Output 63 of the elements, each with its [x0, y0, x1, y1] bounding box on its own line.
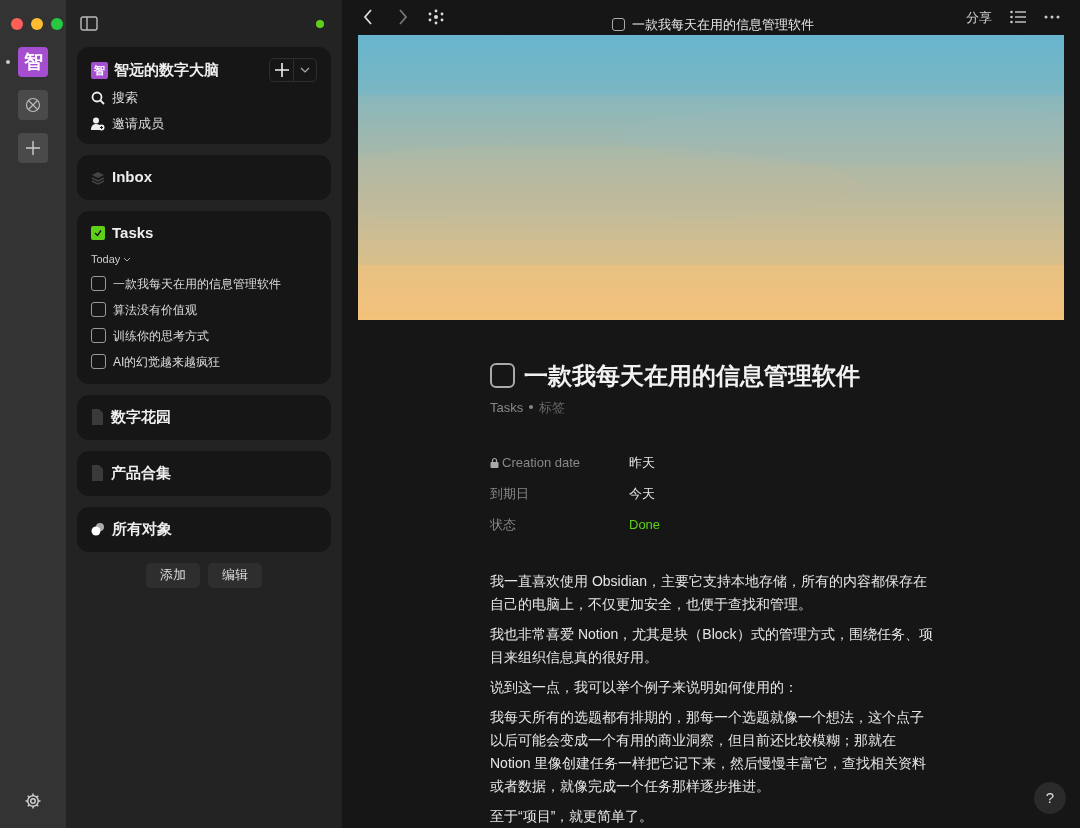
- forward-icon[interactable]: [397, 8, 409, 27]
- paragraph: 至于“项目”，就更简单了。: [490, 807, 655, 826]
- task-checkbox[interactable]: [91, 302, 106, 317]
- space-button[interactable]: [18, 90, 48, 120]
- document-title: 一款我每天在用的信息管理软件: [524, 360, 860, 391]
- object-type[interactable]: Tasks: [490, 397, 524, 417]
- search-link[interactable]: 搜索: [112, 87, 138, 108]
- filter-label[interactable]: Today: [91, 251, 121, 268]
- task-item[interactable]: AI的幻觉越来越疯狂: [113, 352, 221, 371]
- workspace-name[interactable]: 智远的数字大脑: [114, 58, 219, 82]
- document-icon: [91, 409, 104, 425]
- sidebar-toggle-icon[interactable]: [80, 16, 98, 31]
- objects-icon: [91, 522, 105, 536]
- share-button[interactable]: 分享: [966, 7, 992, 27]
- graph-icon[interactable]: [428, 9, 444, 26]
- property-label: Creation date: [502, 453, 581, 472]
- paragraph: 说到这一点，我可以举个例子来说明如何使用的：: [490, 678, 799, 697]
- workspace-avatar[interactable]: 智: [18, 47, 48, 77]
- task-item[interactable]: 训练你的思考方式: [113, 326, 209, 345]
- lock-icon: [490, 457, 499, 468]
- widget-title[interactable]: Tasks: [112, 221, 154, 245]
- help-button[interactable]: ?: [1034, 782, 1066, 814]
- zoom-window-button[interactable]: [51, 18, 63, 30]
- paragraph: 我也非常喜爱 Notion，尤其是块（Block）式的管理方式，围绕任务、项目来组织信息真的很好用。: [490, 625, 934, 667]
- invite-member-icon: [91, 116, 105, 131]
- widget-title[interactable]: 产品合集: [111, 461, 171, 485]
- stack-icon: [91, 170, 105, 185]
- invite-link[interactable]: 邀请成员: [112, 113, 164, 134]
- plus-icon: [274, 63, 289, 77]
- task-checkbox[interactable]: [612, 18, 625, 32]
- property-value[interactable]: Done: [629, 514, 661, 535]
- task-checkbox[interactable]: [91, 328, 106, 343]
- chevron-down-icon: [300, 67, 310, 73]
- chevron-down-icon: [123, 256, 132, 262]
- paragraph: 我一直喜欢使用 Obsidian，主要它支持本地存储，所有的内容都保存在自己的电脑上，不仅更加安全，也便于查找和管理。: [490, 572, 929, 614]
- sidebar-button[interactable]: 编辑: [208, 562, 262, 588]
- widget-title[interactable]: 数字花园: [111, 405, 171, 429]
- plus-icon: [25, 140, 41, 156]
- back-icon[interactable]: [362, 8, 374, 27]
- property-label: 到期日: [490, 484, 529, 503]
- task-checkbox[interactable]: [91, 354, 106, 369]
- property-value[interactable]: 昨天: [629, 452, 655, 473]
- more-icon[interactable]: [1044, 15, 1060, 20]
- document-icon: [91, 465, 104, 481]
- list-icon[interactable]: [1010, 10, 1026, 25]
- sidebar-button[interactable]: 添加: [146, 562, 200, 588]
- task-item[interactable]: 算法没有价值观: [113, 300, 197, 319]
- widget-title[interactable]: Inbox: [112, 166, 152, 189]
- minimize-window-button[interactable]: [31, 18, 43, 30]
- task-checkbox[interactable]: [490, 363, 515, 388]
- task-item[interactable]: 一款我每天在用的信息管理软件: [113, 274, 281, 293]
- page-title: 一款我每天在用的信息管理软件: [632, 16, 814, 34]
- paragraph: 我每天所有的选题都有排期的，那每一个选题就像一个想法，这个点子以后可能会变成一个有用的商业洞察，但目前还比较模糊；那就在 Notion 里像创建任务一样把它记下来，然后慢慢丰富它，查找相关资料或者数据，就像完成一个任务那样逐步推进。: [490, 708, 928, 796]
- widget-title[interactable]: 所有对象: [112, 517, 172, 541]
- close-window-button[interactable]: [11, 18, 23, 30]
- add-space-button[interactable]: [18, 133, 48, 163]
- workspace-icon: 智: [91, 61, 108, 79]
- settings-icon[interactable]: [24, 792, 42, 810]
- search-icon: [91, 90, 105, 105]
- task-checkbox[interactable]: [91, 276, 106, 291]
- property-label: 状态: [490, 515, 516, 534]
- globe-icon: [25, 97, 41, 113]
- property-value[interactable]: 今天: [629, 483, 655, 504]
